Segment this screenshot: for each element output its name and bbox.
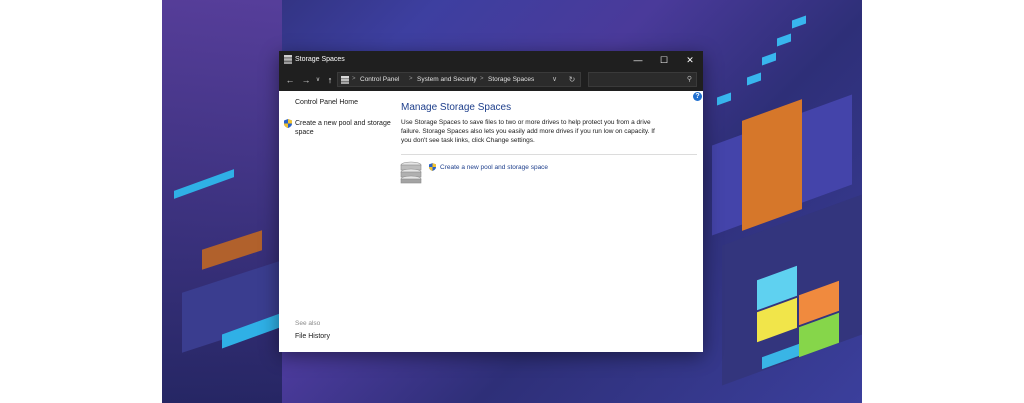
wallpaper-tile xyxy=(747,72,761,86)
file-history-link[interactable]: File History xyxy=(295,333,330,340)
minimize-button[interactable]: — xyxy=(625,51,651,69)
breadcrumb-system-and-security[interactable]: System and Security xyxy=(417,76,477,83)
window-title: Storage Spaces xyxy=(295,56,345,63)
control-panel-icon xyxy=(341,76,349,84)
content-area: Control Panel Home Create a new pool and… xyxy=(279,91,703,352)
page-title: Manage Storage Spaces xyxy=(401,102,512,113)
close-button[interactable]: ✕ xyxy=(677,51,703,69)
create-pool-task-link[interactable]: Create a new pool and storage space xyxy=(440,164,548,171)
sidebar-create-pool-link[interactable]: Create a new pool and storage space xyxy=(295,119,391,137)
divider xyxy=(401,154,697,155)
breadcrumb-storage-spaces[interactable]: Storage Spaces xyxy=(488,76,534,83)
wallpaper-tile xyxy=(762,52,776,66)
forward-button[interactable]: → xyxy=(300,73,312,87)
page-description: Use Storage Spaces to save files to two … xyxy=(401,119,655,144)
search-icon[interactable]: ⚲ xyxy=(687,75,692,83)
shield-icon xyxy=(284,119,292,128)
windows-logo-wallpaper xyxy=(757,265,847,358)
breadcrumb-separator: > xyxy=(352,76,356,82)
back-button[interactable]: ← xyxy=(284,73,296,87)
recent-locations-dropdown[interactable]: ∨ xyxy=(314,73,322,87)
see-also-label: See also xyxy=(295,320,321,327)
left-pane: Control Panel Home Create a new pool and… xyxy=(279,91,391,352)
navigation-bar: ← → ∨ ↑ > Control Panel > System and Sec… xyxy=(279,69,703,91)
help-icon[interactable]: ? xyxy=(693,92,702,101)
search-input[interactable]: ⚲ xyxy=(588,72,697,87)
wallpaper-tile xyxy=(717,92,731,106)
address-bar[interactable]: > Control Panel > System and Security > … xyxy=(337,72,581,87)
up-button[interactable]: ↑ xyxy=(325,73,335,87)
address-dropdown-icon[interactable]: ∨ xyxy=(552,75,557,83)
refresh-icon[interactable]: ↻ xyxy=(565,73,579,87)
breadcrumb-separator: > xyxy=(409,76,413,82)
maximize-button[interactable]: ☐ xyxy=(651,51,677,69)
title-bar[interactable]: Storage Spaces — ☐ ✕ xyxy=(279,51,703,69)
storage-drives-icon xyxy=(400,161,422,184)
breadcrumb-control-panel[interactable]: Control Panel xyxy=(360,76,399,83)
storage-spaces-app-icon xyxy=(284,55,292,64)
storage-spaces-window: Storage Spaces — ☐ ✕ ← → ∨ ↑ > Control P… xyxy=(279,51,703,352)
wallpaper-tile xyxy=(792,15,806,29)
wallpaper-shape xyxy=(742,99,802,231)
wallpaper-tile xyxy=(777,33,791,47)
shield-icon xyxy=(429,163,436,171)
control-panel-home-link[interactable]: Control Panel Home xyxy=(295,99,358,106)
breadcrumb-separator: > xyxy=(480,76,484,82)
